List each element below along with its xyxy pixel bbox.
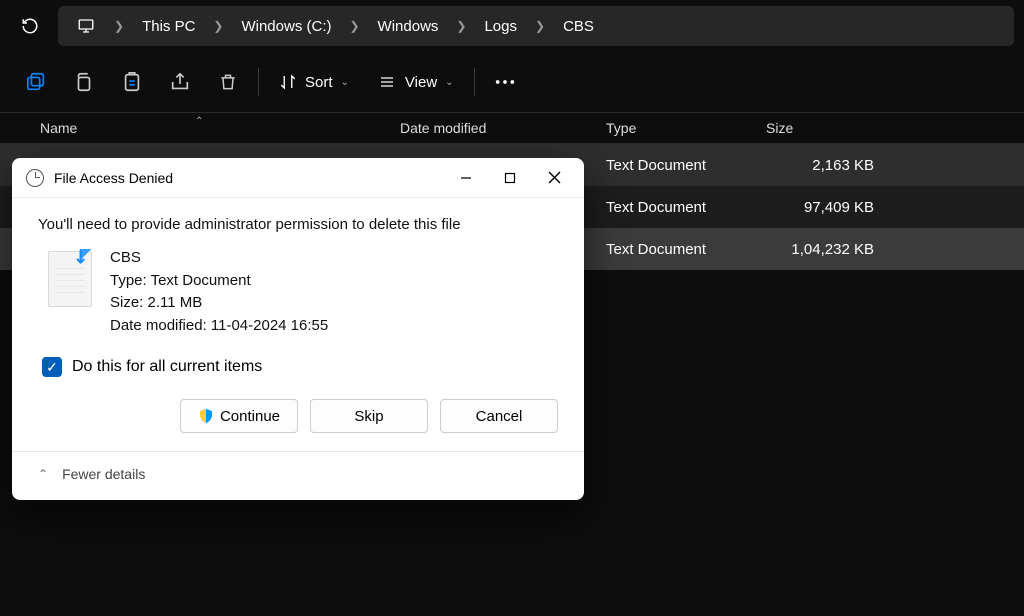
view-label: View [405,74,437,91]
breadcrumb[interactable]: ❯ This PC ❯ Windows (C:) ❯ Windows ❯ Log… [58,6,1014,46]
new-tab-button[interactable] [12,58,60,106]
more-button[interactable] [481,58,529,106]
crumb-this-pc[interactable]: This PC [136,14,201,39]
column-date[interactable]: Date modified [390,120,596,136]
cell-size: 2,163 KB [766,157,886,174]
chevron-up-icon: ⌃ [38,467,48,481]
share-button[interactable] [156,58,204,106]
view-button[interactable]: View ⌄ [363,58,468,106]
sort-indicator-icon: ⌃ [195,116,203,127]
text-document-icon: ↘ [48,251,92,307]
column-name[interactable]: Name ⌃ [0,120,390,136]
continue-button[interactable]: Continue [180,399,298,433]
column-type[interactable]: Type [596,120,766,136]
skip-button[interactable]: Skip [310,399,428,433]
file-size: Size: 2.11 MB [110,292,328,315]
cancel-button[interactable]: Cancel [440,399,558,433]
checkbox-label: Do this for all current items [72,358,262,376]
dialog-message: You'll need to provide administrator per… [38,216,558,233]
separator [258,68,259,96]
toolbar: Sort ⌄ View ⌄ [0,52,1024,112]
crumb-windows[interactable]: Windows [372,14,445,39]
crumb-drive[interactable]: Windows (C:) [235,14,337,39]
chevron-down-icon: ⌄ [445,77,453,88]
clock-icon [26,169,44,187]
dialog-title: File Access Denied [54,170,444,186]
fewer-details-toggle[interactable]: ⌃ Fewer details [12,451,584,500]
file-name: CBS [110,247,328,270]
column-name-label: Name [40,120,77,136]
chevron-right-icon: ❯ [108,15,130,37]
column-size[interactable]: Size [766,120,886,136]
chevron-right-icon: ❯ [450,15,472,37]
cell-type: Text Document [596,199,766,216]
cell-size: 97,409 KB [766,199,886,216]
column-headers: Name ⌃ Date modified Type Size [0,112,1024,144]
file-date: Date modified: 11-04-2024 16:55 [110,315,328,338]
file-type: Type: Text Document [110,270,328,293]
file-access-denied-dialog: File Access Denied You'll need to provid… [12,158,584,500]
chevron-right-icon: ❯ [207,15,229,37]
refresh-button[interactable] [10,6,50,46]
maximize-button[interactable] [488,162,532,194]
continue-label: Continue [220,408,280,425]
chevron-right-icon: ❯ [343,15,365,37]
fewer-details-label: Fewer details [62,466,145,482]
skip-label: Skip [354,408,383,425]
close-button[interactable] [532,162,576,194]
delete-button[interactable] [204,58,252,106]
cell-type: Text Document [596,241,766,258]
paste-button[interactable] [108,58,156,106]
minimize-button[interactable] [444,162,488,194]
copy-button[interactable] [60,58,108,106]
sort-button[interactable]: Sort ⌄ [265,58,363,106]
do-for-all-checkbox[interactable]: ✓ [42,357,62,377]
crumb-cbs[interactable]: CBS [557,14,600,39]
cell-type: Text Document [596,157,766,174]
uac-shield-icon [198,408,214,424]
crumb-logs[interactable]: Logs [478,14,523,39]
chevron-right-icon: ❯ [529,15,551,37]
separator [474,68,475,96]
chevron-down-icon: ⌄ [341,77,349,88]
pc-icon[interactable] [70,13,102,39]
dialog-titlebar[interactable]: File Access Denied [12,158,584,198]
cancel-label: Cancel [476,408,523,425]
file-info: ↘ CBS Type: Text Document Size: 2.11 MB … [38,247,558,337]
sort-label: Sort [305,74,333,91]
cell-size: 1,04,232 KB [766,241,886,258]
